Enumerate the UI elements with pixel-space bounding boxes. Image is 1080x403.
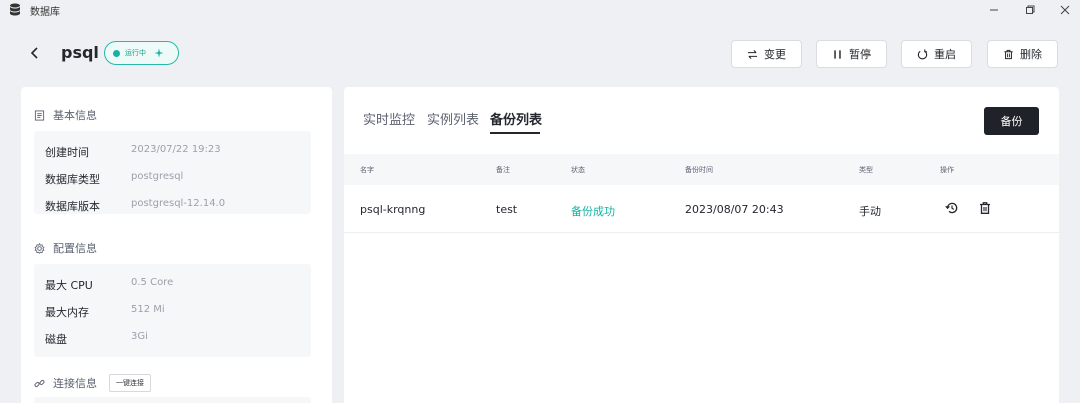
trash-icon[interactable]: [978, 201, 992, 215]
back-button[interactable]: [26, 42, 44, 64]
cell-time: 2023/08/07 20:43: [685, 203, 784, 216]
info-key: 最大内存: [45, 306, 89, 319]
change-button-label: 变更: [764, 48, 786, 61]
document-icon: [34, 109, 45, 121]
config-info-title: 配置信息: [34, 240, 97, 256]
info-key: 创建时间: [45, 146, 89, 159]
delete-button[interactable]: 删除: [987, 40, 1058, 68]
tab-backups[interactable]: 备份列表: [490, 109, 542, 128]
connection-info-box: [34, 397, 311, 403]
column-header-type: 类型: [859, 166, 873, 174]
title-bar: 数据库: [0, 0, 1080, 20]
gear-icon: [34, 242, 45, 254]
delete-button-label: 删除: [1020, 48, 1042, 61]
pause-button-label: 暂停: [849, 48, 871, 61]
status-dot: [113, 49, 120, 57]
info-key: 磁盘: [45, 333, 67, 346]
active-tab-indicator: [490, 132, 540, 134]
info-value: postgresql: [131, 171, 184, 182]
config-info-box: 最大 CPU 0.5 Core 最大内存 512 Mi 磁盘 3Gi: [34, 264, 311, 357]
one-click-connect-button[interactable]: 一键连接: [109, 374, 151, 392]
database-name: psql: [61, 43, 99, 62]
info-row-memory: 最大内存 512 Mi: [45, 304, 165, 320]
column-header-actions: 操作: [940, 166, 954, 174]
restore-icon[interactable]: [945, 201, 959, 215]
info-key: 最大 CPU: [45, 279, 93, 292]
minimize-icon[interactable]: [982, 2, 1006, 18]
info-row-created: 创建时间 2023/07/22 19:23: [45, 144, 221, 160]
tab-monitoring[interactable]: 实时监控: [363, 109, 415, 128]
pause-icon: [834, 49, 841, 59]
restart-icon: [917, 48, 928, 59]
backup-panel: 实时监控 实例列表 备份列表 备份 名字 备注 状态 备份时间 类型 操作 ps…: [344, 87, 1059, 403]
table-row: psql-krqnng test 备份成功 2023/08/07 20:43 手…: [344, 185, 1059, 233]
database-icon: [10, 3, 20, 16]
info-row-db-type: 数据库类型 postgresql: [45, 171, 183, 187]
column-header-time: 备份时间: [685, 166, 713, 174]
sparkle-icon: [154, 48, 164, 58]
link-icon: [34, 379, 45, 387]
maximize-icon[interactable]: [1018, 2, 1042, 18]
chevron-left-icon: [30, 47, 38, 59]
close-icon[interactable]: [1053, 2, 1077, 18]
restart-button-label: 重启: [934, 48, 956, 61]
trash-icon: [1004, 49, 1013, 59]
info-row-cpu: 最大 CPU 0.5 Core: [45, 277, 173, 293]
column-header-name: 名字: [360, 166, 374, 174]
basic-info-label: 基本信息: [53, 109, 97, 122]
info-value: 3Gi: [131, 331, 148, 342]
config-info-label: 配置信息: [53, 242, 97, 255]
info-value: 512 Mi: [131, 304, 165, 315]
tab-instances[interactable]: 实例列表: [427, 109, 479, 128]
basic-info-box: 创建时间 2023/07/22 19:23 数据库类型 postgresql 数…: [34, 131, 311, 214]
swap-icon: [747, 49, 758, 59]
pause-button[interactable]: 暂停: [816, 40, 887, 68]
info-row-db-version: 数据库版本 postgresql-12.14.0: [45, 198, 225, 214]
info-value: 0.5 Core: [131, 277, 174, 288]
info-row-disk: 磁盘 3Gi: [45, 331, 148, 347]
change-button[interactable]: 变更: [731, 40, 802, 68]
status-badge: 运行中: [104, 41, 179, 65]
cell-type: 手动: [859, 205, 881, 218]
column-header-note: 备注: [496, 166, 510, 174]
info-panel: 基本信息 创建时间 2023/07/22 19:23 数据库类型 postgre…: [21, 87, 332, 403]
backup-button[interactable]: 备份: [984, 107, 1039, 135]
connection-info-title: 连接信息 一键连接: [34, 374, 151, 392]
window-title: 数据库: [30, 7, 60, 18]
basic-info-title: 基本信息: [34, 107, 97, 123]
info-key: 数据库版本: [45, 200, 100, 213]
table-header: 名字 备注 状态 备份时间 类型 操作: [344, 154, 1059, 185]
info-value: postgresql-12.14.0: [131, 198, 226, 209]
info-value: 2023/07/22 19:23: [131, 144, 221, 155]
cell-note: test: [496, 203, 518, 216]
restart-button[interactable]: 重启: [901, 40, 972, 68]
column-header-status: 状态: [571, 166, 585, 174]
cell-status: 备份成功: [571, 205, 615, 218]
connection-info-label: 连接信息: [53, 377, 97, 390]
status-text: 运行中: [125, 49, 146, 57]
cell-name: psql-krqnng: [360, 203, 426, 216]
info-key: 数据库类型: [45, 173, 100, 186]
